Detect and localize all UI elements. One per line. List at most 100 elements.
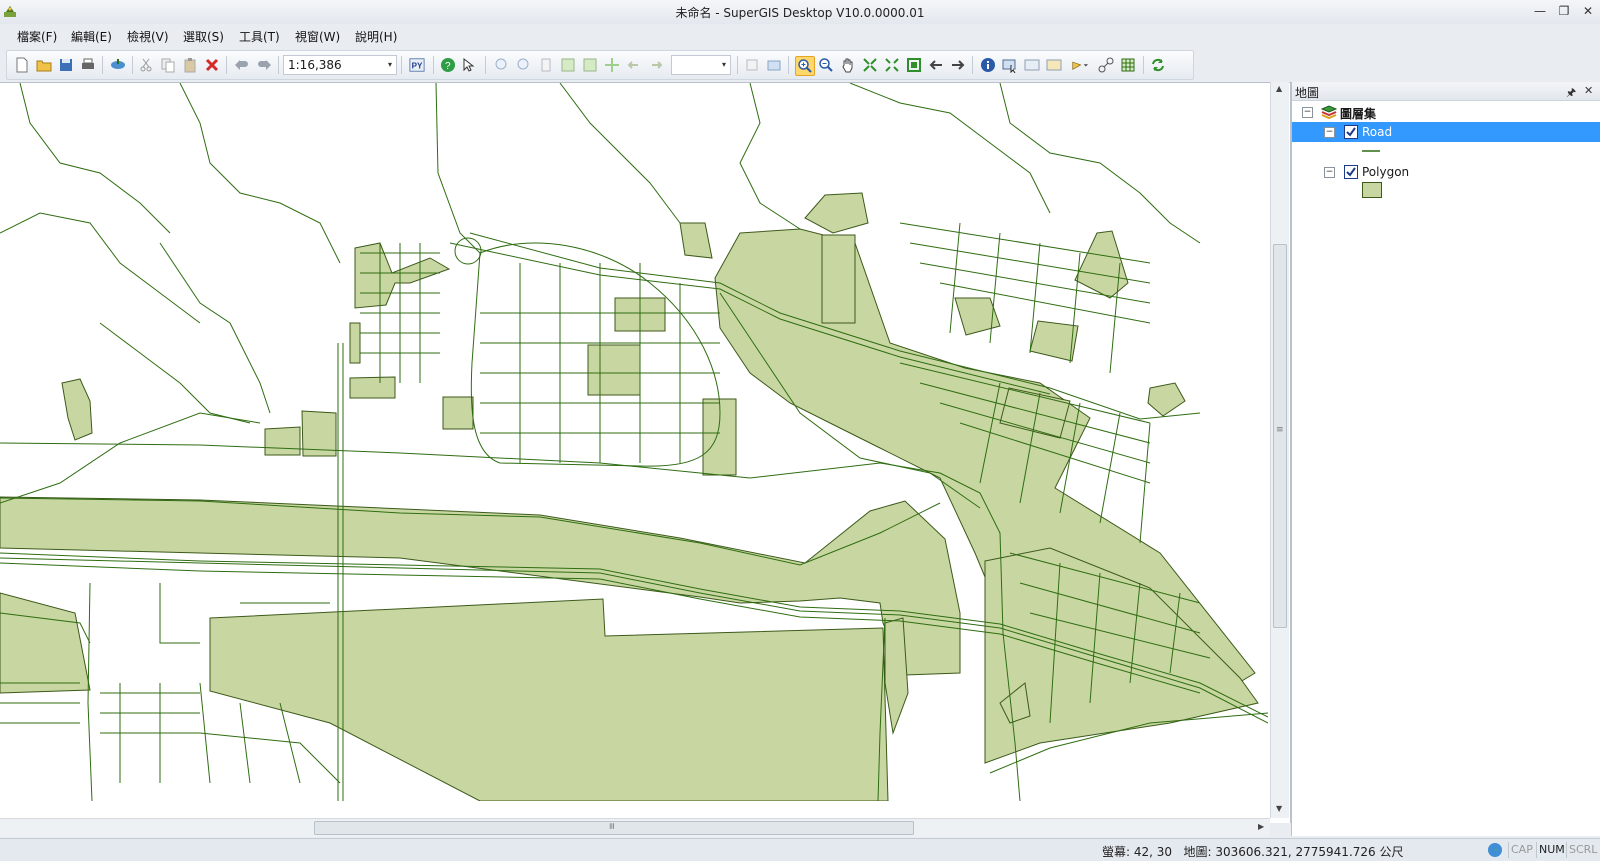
zoom-in-tool-button[interactable] [795,56,815,76]
menu-window[interactable]: 視窗(W) [292,28,343,45]
polygon-collapse-icon[interactable]: − [1324,167,1335,178]
back-extent-icon [627,61,638,69]
screen-coordinates: 螢幕: 42, 30 [1102,845,1173,859]
menu-file[interactable]: 檔案(F) [14,28,60,45]
arrow-left-icon [929,60,942,70]
layer-panel: 地圖 🖈 ✕ − 圖層集 − Road − Polygon [1291,82,1600,836]
estate-polygon-2 [349,322,361,364]
fixed-zoom-in-button[interactable] [493,56,511,74]
pan-center-button[interactable] [603,56,621,74]
save-button[interactable] [57,56,75,74]
hill-road-5 [999,83,1201,244]
fixed-zoom-out-button[interactable] [515,56,533,74]
identify-button[interactable] [979,56,997,74]
go-back-button[interactable] [927,56,945,74]
layer-tool-button[interactable] [537,56,555,74]
map-view[interactable] [0,83,1268,801]
scroll-down-icon[interactable]: ▼ [1276,804,1282,813]
refresh-button[interactable] [1149,56,1167,74]
new-document-button[interactable] [13,56,31,74]
layer-panel-title: 地圖 [1295,86,1320,100]
table-button[interactable] [743,56,761,74]
west-road [0,412,261,504]
print-button[interactable] [79,56,97,74]
pan-tool-button[interactable] [839,56,857,74]
panel-close-icon[interactable]: ✕ [1584,84,1593,97]
image-button[interactable] [1023,56,1041,74]
layer-item-road[interactable]: − Road [1292,122,1600,142]
layer-tree-root[interactable]: − 圖層集 [1292,102,1600,122]
go-forward-button[interactable] [949,56,967,74]
blank-combobox[interactable]: ▾ [671,55,731,75]
coordinate-readout: 螢幕: 42, 30 地圖: 303606.321, 2775941.726 公… [1102,843,1403,860]
pin-icon[interactable]: 🖈 [1566,84,1576,103]
layer-panel-header: 地圖 🖈 ✕ [1292,82,1600,101]
menu-view[interactable]: 檢視(V) [124,28,172,45]
whats-this-button[interactable] [461,56,479,74]
minimize-icon: — [1534,4,1546,18]
scroll-up-icon[interactable]: ▲ [1276,84,1282,93]
vertical-scroll-thumb[interactable]: ≡ [1273,244,1287,628]
python-icon: PY [409,58,425,72]
open-button[interactable] [35,56,53,74]
zoom-layer-button[interactable] [559,56,577,74]
redo-button[interactable] [255,56,273,74]
menu-edit[interactable]: 編輯(E) [68,28,115,45]
zoom-selected-button[interactable] [581,56,599,74]
shrink-extent-icon [885,58,899,72]
python-button[interactable]: PY [407,56,427,74]
link-button[interactable] [1097,56,1115,74]
zoom-to-extent-button[interactable] [883,56,901,74]
select-features-button[interactable] [1001,56,1019,74]
map-canvas[interactable] [0,82,1291,823]
grid-select-icon [583,58,597,72]
layout-button[interactable] [765,56,783,74]
undo-button[interactable] [233,56,251,74]
paste-button[interactable] [181,56,199,74]
full-extent-icon [863,58,877,72]
info-icon [981,58,995,72]
next-extent-button[interactable] [647,56,665,74]
bridge-polygon [884,617,909,735]
menu-select[interactable]: 選取(S) [180,28,227,45]
hyperlink-button[interactable] [1045,56,1063,74]
grid-tool-button[interactable] [1119,56,1137,74]
delete-button[interactable] [203,56,221,74]
grid-icon [1121,58,1135,72]
svg-text:?: ? [445,61,451,72]
menu-tools[interactable]: 工具(T) [236,28,283,45]
paste-icon [184,58,196,73]
help-button[interactable]: ? [439,56,457,74]
arrow-right-icon [952,60,965,70]
south-floodplain-polygon [209,598,889,801]
horizontal-scrollbar[interactable]: ≡ ▶ [0,818,1270,837]
zoom-layer-extent-button[interactable] [905,56,923,74]
polygon-fill-symbol-icon [1362,182,1382,198]
copy-button[interactable] [159,56,177,74]
previous-extent-button[interactable] [625,56,643,74]
hill-road-2 [159,242,271,414]
scroll-right-icon[interactable]: ▶ [1258,822,1264,831]
road-collapse-icon[interactable]: − [1324,127,1335,138]
restore-button[interactable]: ❐ [1556,4,1572,18]
minimize-button[interactable]: — [1532,4,1548,18]
road-visibility-checkbox[interactable] [1344,125,1358,139]
add-data-button[interactable] [109,56,127,74]
horizontal-scroll-thumb[interactable]: ≡ [314,821,914,835]
full-extent-button[interactable] [861,56,879,74]
close-button[interactable]: ✕ [1580,4,1596,18]
zoom-out-tool-button[interactable] [817,56,835,74]
polygon-visibility-checkbox[interactable] [1344,165,1358,179]
cut-button[interactable] [137,56,155,74]
menu-help[interactable]: 說明(H) [352,28,400,45]
menu-bar: 檔案(F) 編輯(E) 檢視(V) 選取(S) 工具(T) 視窗(W) 說明(H… [0,24,1600,48]
layer-item-polygon[interactable]: − Polygon [1292,162,1600,182]
root-collapse-icon[interactable]: − [1302,107,1313,118]
help-question-icon: ? [441,58,455,72]
vertical-scrollbar[interactable]: ▲ ≡ ▼ [1270,82,1289,818]
vertical-road-3 [87,582,93,801]
scale-combobox[interactable]: 1:16,386 ▾ [283,55,397,75]
folder-open-icon [36,60,52,72]
pointer-help-icon [463,57,475,72]
measure-dropdown-button[interactable] [1067,56,1093,74]
